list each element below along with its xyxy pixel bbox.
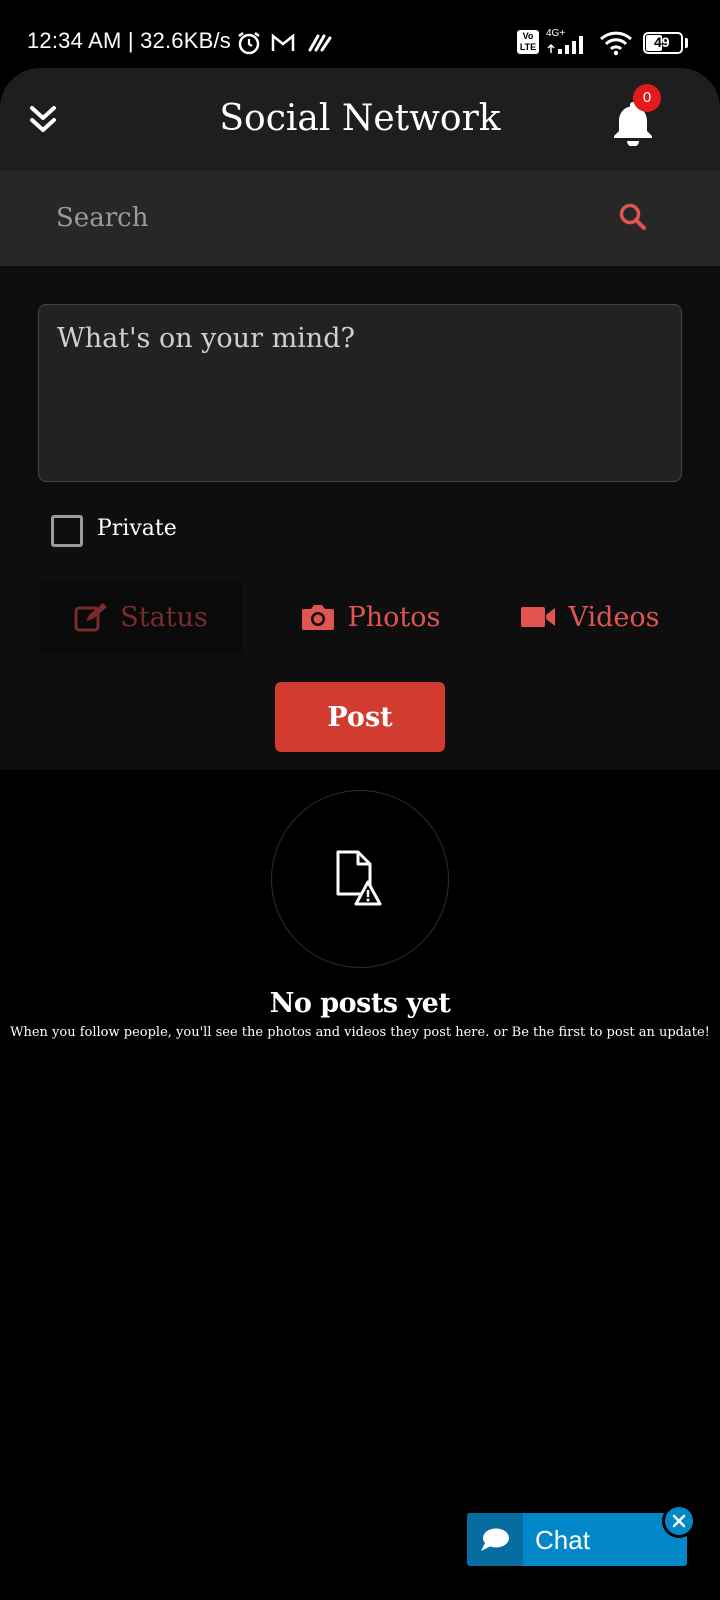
tab-status[interactable]: Status bbox=[40, 580, 242, 654]
chat-button[interactable]: Chat bbox=[467, 1513, 687, 1566]
search-bar bbox=[0, 170, 720, 266]
app-icon bbox=[308, 34, 332, 52]
camera-icon bbox=[301, 605, 334, 630]
tab-photos[interactable]: Photos bbox=[270, 580, 470, 654]
post-button[interactable]: Post bbox=[275, 682, 445, 752]
private-label: Private bbox=[97, 516, 177, 541]
document-warning-icon bbox=[336, 850, 382, 906]
chat-label: Chat bbox=[535, 1525, 590, 1555]
chat-icon-wrap bbox=[467, 1513, 523, 1566]
edit-icon bbox=[74, 603, 108, 632]
video-icon bbox=[521, 607, 556, 627]
notification-badge: 0 bbox=[633, 84, 661, 112]
status-bar: 12:34 AM | 32.6KB/s Vo LTE 4G+ 49 bbox=[0, 0, 720, 68]
battery-level: 49 bbox=[654, 34, 670, 50]
wifi-icon bbox=[599, 31, 633, 56]
battery-icon: 49 bbox=[643, 32, 683, 54]
signal-icon bbox=[547, 36, 583, 54]
close-icon bbox=[672, 1514, 686, 1528]
app-header: Social Network bbox=[0, 68, 720, 170]
search-input[interactable] bbox=[56, 198, 576, 238]
gmail-icon bbox=[271, 33, 295, 51]
tab-status-label: Status bbox=[120, 601, 208, 633]
volte-icon: Vo LTE bbox=[517, 30, 539, 54]
alarm-icon bbox=[238, 32, 260, 55]
search-icon[interactable] bbox=[618, 202, 648, 232]
tab-videos[interactable]: Videos bbox=[500, 580, 680, 654]
chat-close-button[interactable] bbox=[662, 1504, 696, 1538]
chat-bubble-icon bbox=[481, 1528, 509, 1551]
battery-tip bbox=[685, 38, 688, 48]
empty-state-title: No posts yet bbox=[269, 988, 451, 1019]
tab-photos-label: Photos bbox=[347, 601, 441, 633]
status-time-speed: 12:34 AM | 32.6KB/s bbox=[27, 28, 231, 53]
tab-videos-label: Videos bbox=[568, 601, 660, 633]
private-checkbox[interactable] bbox=[51, 515, 83, 547]
empty-state-subtitle: When you follow people, you'll see the p… bbox=[10, 1025, 710, 1040]
post-textarea[interactable] bbox=[38, 304, 682, 482]
